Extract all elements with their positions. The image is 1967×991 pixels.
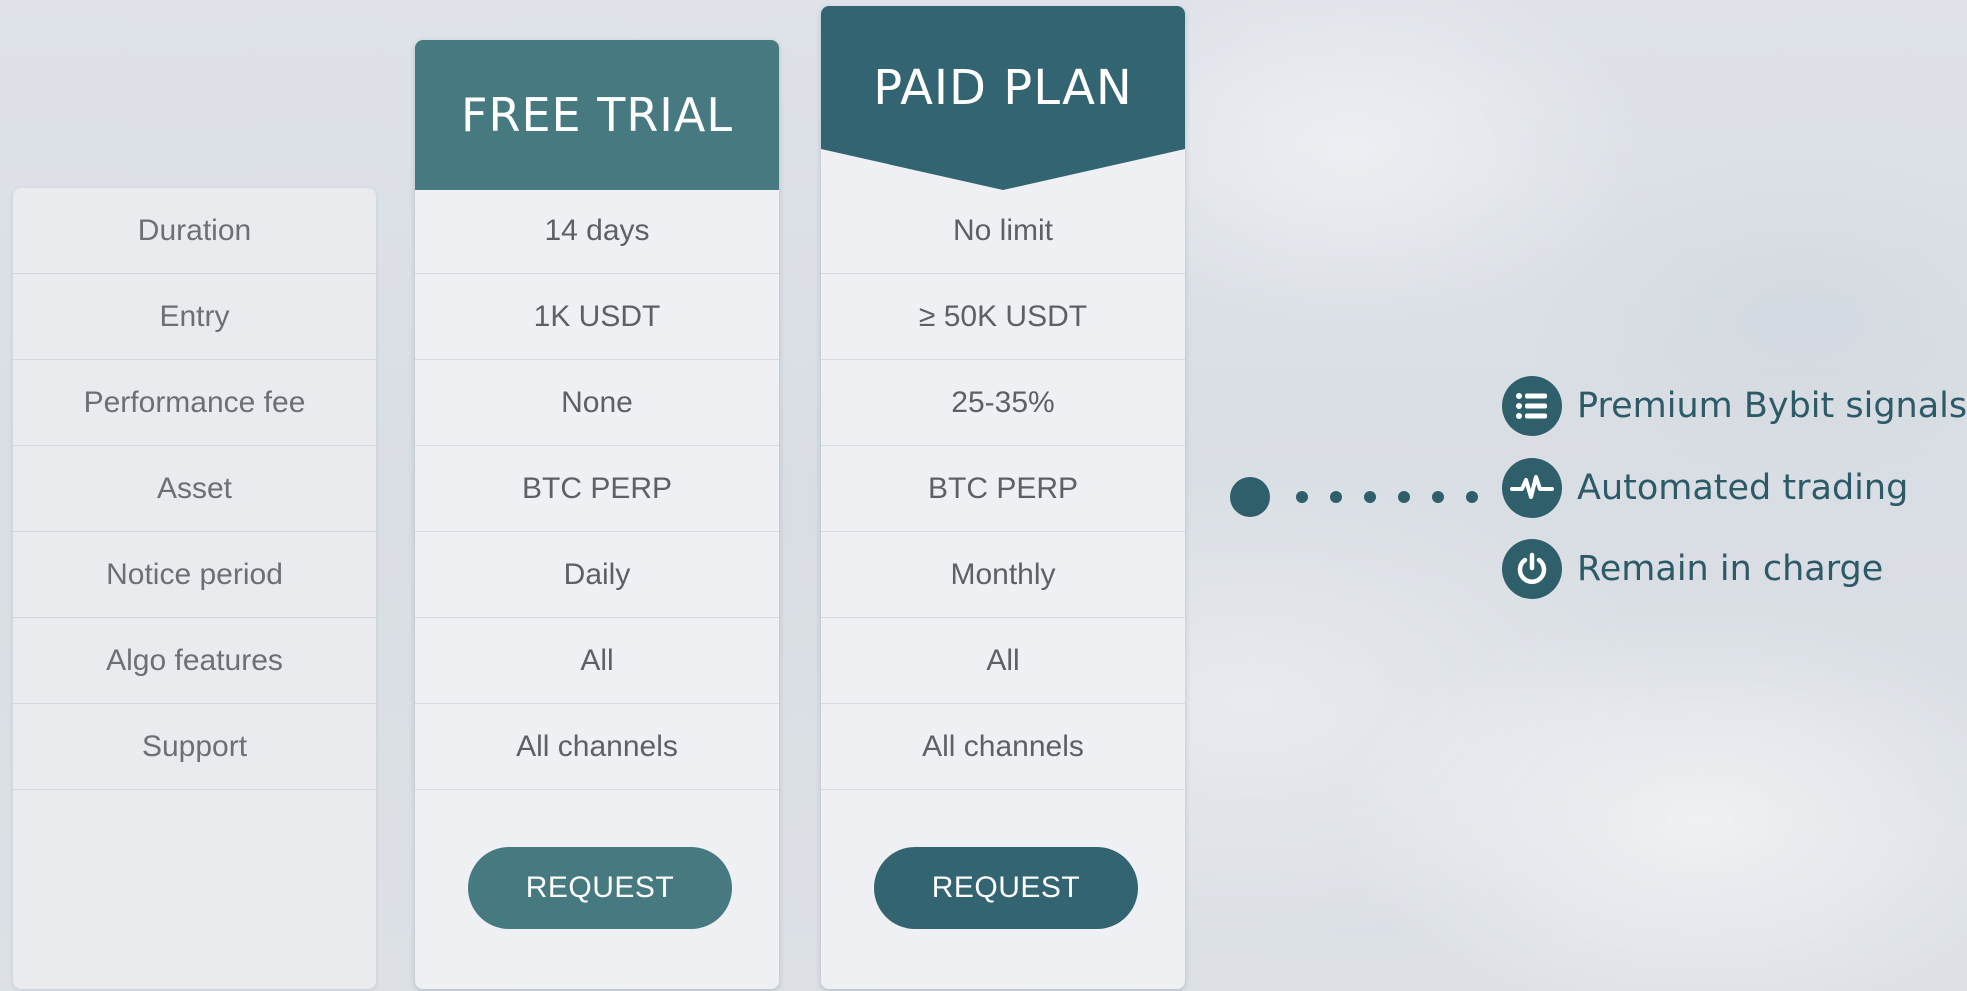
label-notice-period: Notice period — [13, 532, 376, 618]
label-performance-fee: Performance fee — [13, 360, 376, 446]
free-trial-request-button[interactable]: REQUEST — [468, 847, 732, 929]
label-duration: Duration — [13, 188, 376, 274]
row-labels-card: Duration Entry Performance fee Asset Not… — [13, 188, 376, 989]
free-notice-period-value: Daily — [415, 532, 779, 618]
connector-dot — [1364, 491, 1376, 503]
free-algo-features-value: All — [415, 618, 779, 704]
label-asset: Asset — [13, 446, 376, 532]
feature-label: Remain in charge — [1577, 549, 1884, 589]
connector-dot — [1330, 491, 1342, 503]
paid-plan-request-button[interactable]: REQUEST — [874, 847, 1138, 929]
feature-automated-trading: Automated trading — [1502, 458, 1908, 518]
power-icon — [1502, 539, 1562, 599]
paid-plan-card: PAID PLAN No limit ≥ 50K USDT 25-35% BTC… — [821, 6, 1185, 989]
paid-plan-values: No limit ≥ 50K USDT 25-35% BTC PERP Mont… — [821, 188, 1185, 790]
connector-dot — [1398, 491, 1410, 503]
free-trial-title: FREE TRIAL — [415, 40, 779, 190]
feature-label: Automated trading — [1577, 468, 1909, 508]
free-duration-value: 14 days — [415, 188, 779, 274]
paid-algo-features-value: All — [821, 618, 1185, 704]
paid-entry-value: ≥ 50K USDT — [821, 274, 1185, 360]
label-support: Support — [13, 704, 376, 790]
feature-remain-in-charge: Remain in charge — [1502, 539, 1883, 599]
pulse-icon — [1502, 458, 1562, 518]
connector-dot-large — [1230, 477, 1270, 517]
feature-label: Premium Bybit signals — [1577, 386, 1967, 426]
connector-dot — [1466, 491, 1478, 503]
connector-dot — [1432, 491, 1444, 503]
connector-dot — [1296, 491, 1308, 503]
free-asset-value: BTC PERP — [415, 446, 779, 532]
list-icon — [1502, 376, 1562, 436]
paid-support-value: All channels — [821, 704, 1185, 790]
free-performance-fee-value: None — [415, 360, 779, 446]
label-algo-features: Algo features — [13, 618, 376, 704]
free-trial-values: 14 days 1K USDT None BTC PERP Daily All … — [415, 188, 779, 790]
paid-duration-value: No limit — [821, 188, 1185, 274]
label-entry: Entry — [13, 274, 376, 360]
free-support-value: All channels — [415, 704, 779, 790]
feature-premium-signals: Premium Bybit signals — [1502, 376, 1967, 436]
paid-notice-period-value: Monthly — [821, 532, 1185, 618]
paid-performance-fee-value: 25-35% — [821, 360, 1185, 446]
row-labels-list: Duration Entry Performance fee Asset Not… — [13, 188, 376, 790]
free-entry-value: 1K USDT — [415, 274, 779, 360]
paid-plan-title: PAID PLAN — [821, 6, 1185, 190]
paid-asset-value: BTC PERP — [821, 446, 1185, 532]
